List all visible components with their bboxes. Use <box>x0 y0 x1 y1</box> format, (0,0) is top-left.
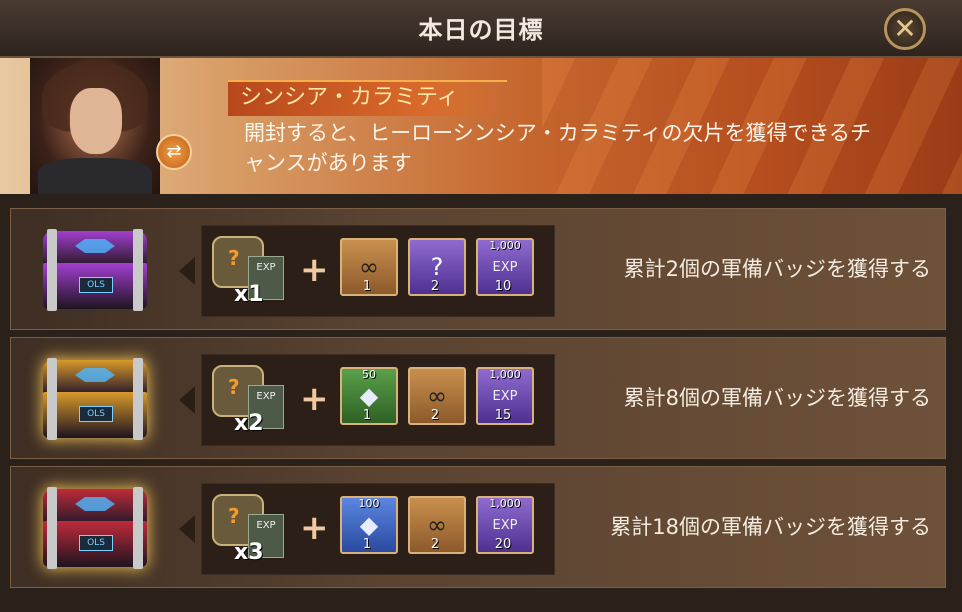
exp-book-icon: EXP <box>492 260 518 275</box>
hero-description: 開封すると、ヒーローシンシア・カラミティの欠片を獲得できるチャンスがあります <box>244 121 872 175</box>
close-x-icon: ✕ <box>893 12 917 45</box>
reward-item[interactable]: ◆ 100 1 <box>340 496 398 554</box>
reward-item[interactable]: EXP 1,000 10 <box>476 238 534 296</box>
reward-item[interactable]: ∞ 2 <box>408 367 466 425</box>
panel-pointer <box>179 386 195 414</box>
panel-pointer <box>179 257 195 285</box>
goal-row: OLS ? EXP x2 + ◆ 50 1 ∞ 2 EXP 1,000 15 累計8個の軍備バッジを獲得す… <box>10 337 946 459</box>
binoculars-icon: ∞ <box>427 511 447 539</box>
item-count: 2 <box>430 537 440 552</box>
plus-icon: + <box>300 250 329 290</box>
item-count: 2 <box>430 408 440 423</box>
exp-book-icon: EXP <box>492 389 518 404</box>
reward-item[interactable]: ◆ 50 1 <box>340 367 398 425</box>
hero-shard-icon[interactable]: ? EXP x3 <box>212 494 290 566</box>
swap-icon[interactable]: ⇄ <box>156 134 192 170</box>
reward-item[interactable]: ∞ 1 <box>340 238 398 296</box>
page-title: 本日の目標 <box>418 16 544 44</box>
close-button[interactable]: ✕ <box>884 8 926 50</box>
task-description: 累計18個の軍備バッジを獲得する <box>571 467 931 587</box>
item-amount: 100 <box>358 497 380 510</box>
task-text: 累計8個の軍備バッジを獲得する <box>623 386 931 410</box>
item-amount: 1,000 <box>489 497 521 510</box>
reward-panel: ? EXP x2 + ◆ 50 1 ∞ 2 EXP 1,000 15 <box>201 354 555 446</box>
item-count: 1 <box>362 408 372 423</box>
reward-panel: ? EXP x3 + ◆ 100 1 ∞ 2 EXP 1,000 20 <box>201 483 555 575</box>
item-amount: 1,000 <box>489 368 521 381</box>
item-amount: 50 <box>362 368 376 381</box>
item-amount: 1,000 <box>489 239 521 252</box>
goal-row: OLS ? EXP x3 + ◆ 100 1 ∞ 2 EXP 1,000 20 累計18個の軍備バッジを獲… <box>10 466 946 588</box>
mystery-puzzle-icon: ? <box>430 253 444 281</box>
hero-banner: ⇄ シンシア・カラミティ 開封すると、ヒーローシンシア・カラミティの欠片を獲得で… <box>0 58 962 194</box>
reward-chest-icon[interactable]: OLS <box>37 483 153 573</box>
reward-item[interactable]: ∞ 2 <box>408 496 466 554</box>
panel-pointer <box>179 515 195 543</box>
plus-icon: + <box>300 379 329 419</box>
task-text: 累計2個の軍備バッジを獲得する <box>623 257 931 281</box>
reward-chest-icon[interactable]: OLS <box>37 225 153 315</box>
shard-multiplier: x1 <box>234 282 264 307</box>
binoculars-icon: ∞ <box>427 382 447 410</box>
item-count: 15 <box>494 408 512 423</box>
reward-item[interactable]: EXP 1,000 15 <box>476 367 534 425</box>
diamond-icon: ◆ <box>359 382 379 410</box>
hero-name: シンシア・カラミティ <box>228 80 507 116</box>
binoculars-icon: ∞ <box>359 253 379 281</box>
item-count: 1 <box>362 279 372 294</box>
shard-question-mark: ? <box>228 504 240 528</box>
shard-question-mark: ? <box>228 375 240 399</box>
task-description: 累計2個の軍備バッジを獲得する <box>571 209 931 329</box>
item-count: 10 <box>494 279 512 294</box>
title-bar: 本日の目標 ✕ <box>0 0 962 58</box>
reward-panel: ? EXP x1 + ∞ 1? 2 EXP 1,000 10 <box>201 225 555 317</box>
hero-portrait <box>30 58 160 194</box>
reward-item[interactable]: EXP 1,000 20 <box>476 496 534 554</box>
reward-item[interactable]: ? 2 <box>408 238 466 296</box>
goal-row: OLS? EXP x1 + ∞ 1? 2 EXP 1,000 10 累計2個の軍備バッジを獲得する <box>10 208 946 330</box>
shard-multiplier: x3 <box>234 540 264 565</box>
plus-icon: + <box>300 508 329 548</box>
shard-multiplier: x2 <box>234 411 264 436</box>
item-count: 20 <box>494 537 512 552</box>
item-count: 2 <box>430 279 440 294</box>
shard-question-mark: ? <box>228 246 240 270</box>
hero-shard-icon[interactable]: ? EXP x2 <box>212 365 290 437</box>
item-count: 1 <box>362 537 372 552</box>
hero-shard-icon[interactable]: ? EXP x1 <box>212 236 290 308</box>
task-description: 累計8個の軍備バッジを獲得する <box>571 338 931 458</box>
exp-book-icon: EXP <box>492 518 518 533</box>
diamond-icon: ◆ <box>359 511 379 539</box>
reward-chest-icon[interactable]: OLS <box>37 354 153 444</box>
task-text: 累計18個の軍備バッジを獲得する <box>610 515 931 539</box>
